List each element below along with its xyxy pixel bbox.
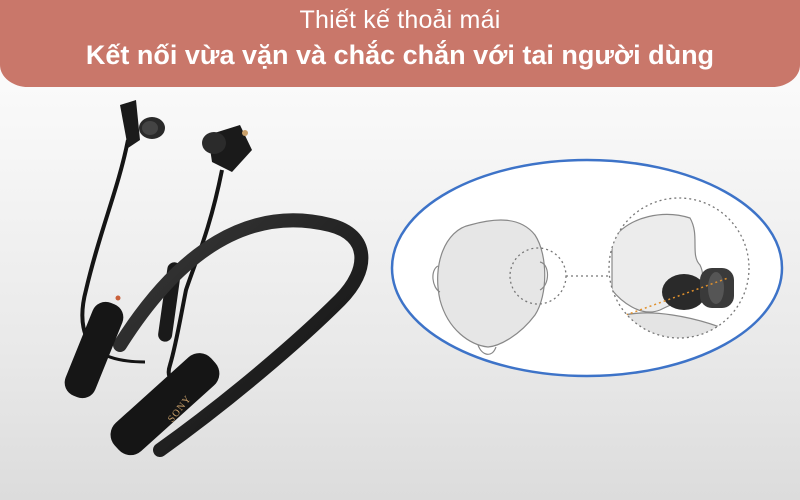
ear-fit-diagram — [390, 158, 784, 378]
